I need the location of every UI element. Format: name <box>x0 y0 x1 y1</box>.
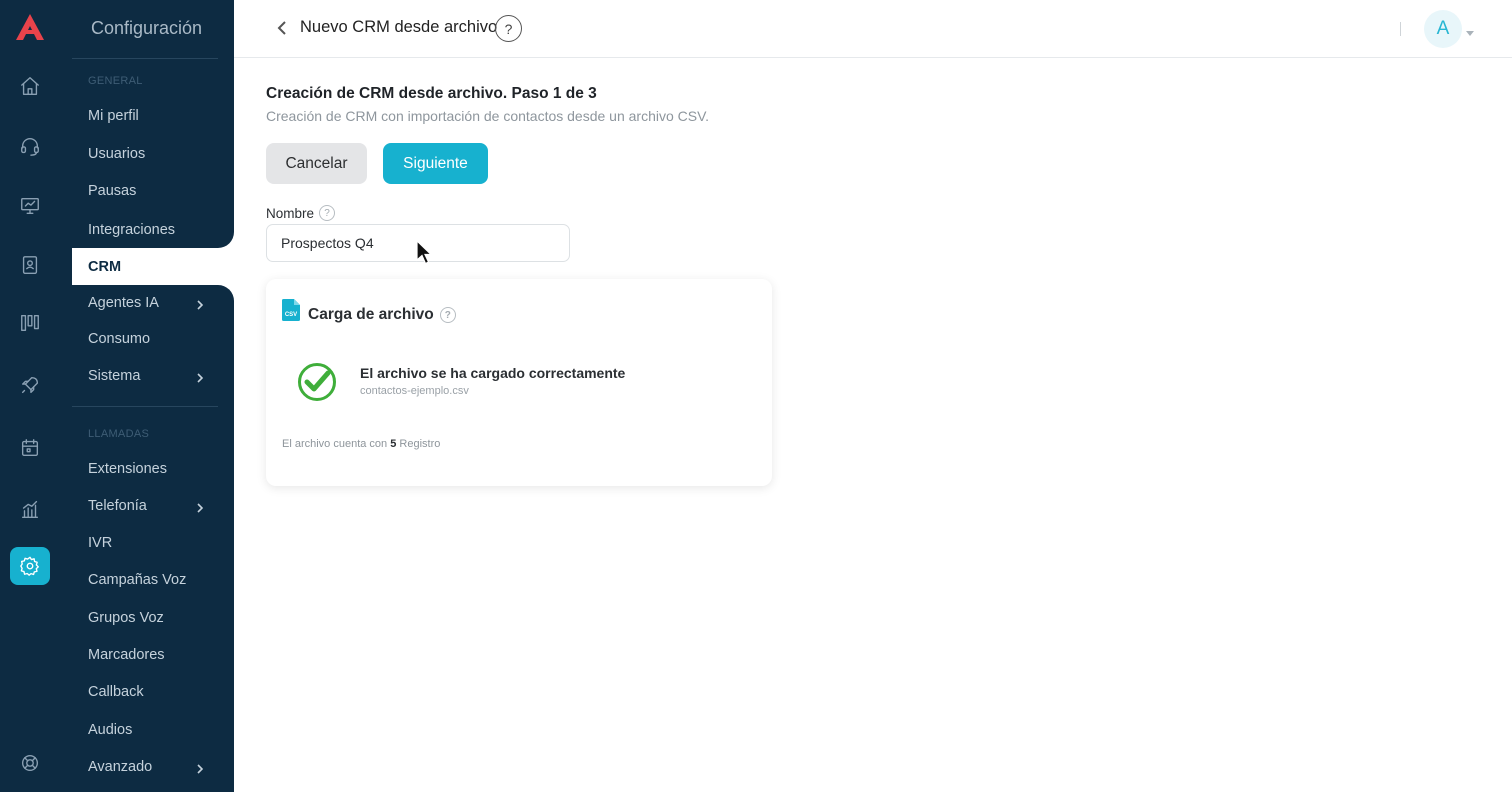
sidebar-item-campanas-voz[interactable]: Campañas Voz <box>72 562 218 598</box>
chevron-right-icon <box>196 501 204 513</box>
step-title: Creación de CRM desde archivo. Paso 1 de… <box>266 85 597 102</box>
headset-icon[interactable] <box>10 127 50 165</box>
home-icon[interactable] <box>10 67 50 105</box>
settings-sidebar: Configuración GENERAL Mi perfil Usuarios… <box>72 0 234 792</box>
chevron-right-icon <box>196 762 204 774</box>
sidebar-item-label: Audios <box>88 722 133 738</box>
caret-down-icon[interactable] <box>1466 24 1474 36</box>
sidebar-item-marcadores[interactable]: Marcadores <box>72 637 218 673</box>
contacts-book-icon[interactable] <box>10 246 50 284</box>
next-button[interactable]: Siguiente <box>383 143 488 184</box>
help-icon[interactable]: ? <box>495 15 522 42</box>
cancel-button[interactable]: Cancelar <box>266 143 367 184</box>
card-title: Carga de archivo ? <box>308 306 456 324</box>
chevron-right-icon <box>196 298 204 310</box>
file-upload-card: CSV Carga de archivo ? El archivo se ha … <box>266 279 772 486</box>
success-check-icon <box>298 363 336 401</box>
sidebar-item-consumo[interactable]: Consumo <box>72 321 218 357</box>
sidebar-item-grupos-voz[interactable]: Grupos Voz <box>72 600 218 636</box>
help-icon[interactable]: ? <box>319 205 336 221</box>
sidebar-item-label: Agentes IA <box>88 295 159 311</box>
sidebar-item-label: Usuarios <box>88 146 146 162</box>
sidebar-item-label: Callback <box>88 684 144 700</box>
settings-gear-icon[interactable] <box>10 547 50 585</box>
top-header: Nuevo CRM desde archivo ? A <box>234 0 1512 58</box>
name-input[interactable] <box>266 224 570 262</box>
calendar-icon[interactable] <box>10 429 50 467</box>
sidebar-item-avanzado[interactable]: Avanzado <box>72 749 218 785</box>
sidebar-item-label: Sistema <box>88 368 141 384</box>
sidebar-item-label: Consumo <box>88 331 151 347</box>
record-suffix: Registro <box>399 438 441 450</box>
card-title-text: Carga de archivo <box>308 306 434 323</box>
sidebar-item-sistema[interactable]: Sistema <box>72 358 218 394</box>
sidebar-item-label: Telefonía <box>88 498 147 514</box>
sidebar-item-agentes-ia[interactable]: Agentes IA <box>72 285 218 321</box>
sidebar-item-crm[interactable]: CRM <box>72 248 234 285</box>
sidebar-item-label: Pausas <box>88 183 137 199</box>
sidebar-item-pausas[interactable]: Pausas <box>72 173 218 209</box>
active-notch-top: Integraciones <box>72 211 234 248</box>
record-prefix: El archivo cuenta con <box>282 438 388 450</box>
sidebar-item-audios[interactable]: Audios <box>72 712 218 748</box>
back-arrow-icon[interactable] <box>272 18 292 38</box>
sidebar-item-label: Campañas Voz <box>88 572 187 588</box>
active-notch-bottom: Agentes IA <box>72 285 234 321</box>
header-divider <box>1400 22 1401 36</box>
sidebar-item-label: Grupos Voz <box>88 610 164 626</box>
sidebar-item-label: Avanzado <box>88 759 153 775</box>
monitor-icon[interactable] <box>10 187 50 225</box>
csv-file-badge: CSV <box>285 312 297 318</box>
chevron-right-icon <box>196 371 204 383</box>
page-title: Nuevo CRM desde archivo <box>300 18 498 36</box>
icon-rail <box>0 0 72 792</box>
sidebar-item-integraciones-overlay[interactable]: Integraciones <box>72 211 218 248</box>
sidebar-item-callback[interactable]: Callback <box>72 674 218 710</box>
sidebar-item-label: CRM <box>88 258 122 275</box>
app-logo[interactable] <box>14 12 46 42</box>
name-field-label: Nombre ? <box>266 205 336 221</box>
bar-chart-icon[interactable] <box>10 490 50 528</box>
rocket-icon[interactable] <box>10 366 50 404</box>
csv-file-icon: CSV <box>282 299 300 321</box>
record-count: 5 <box>390 438 397 450</box>
sidebar-item-label: IVR <box>88 535 113 551</box>
sidebar-item-ivr[interactable]: IVR <box>72 525 218 561</box>
sidebar-title: Configuración <box>91 18 203 38</box>
lifebuoy-icon[interactable] <box>10 744 50 782</box>
section-label-llamadas: LLAMADAS <box>88 428 150 440</box>
sidebar-item-label: Extensiones <box>88 461 167 477</box>
avatar[interactable]: A <box>1424 10 1462 48</box>
sidebar-item-label: Mi perfil <box>88 108 139 124</box>
sidebar-item-extensiones[interactable]: Extensiones <box>72 451 218 487</box>
sidebar-item-mi-perfil[interactable]: Mi perfil <box>72 98 218 134</box>
kanban-icon[interactable] <box>10 304 50 342</box>
upload-success-message: El archivo se ha cargado correctamente <box>360 365 626 381</box>
sidebar-item-telefonia[interactable]: Telefonía <box>72 488 218 524</box>
step-subtitle: Creación de CRM con importación de conta… <box>266 108 710 124</box>
sidebar-item-usuarios[interactable]: Usuarios <box>72 136 218 172</box>
help-icon[interactable]: ? <box>439 307 456 323</box>
sidebar-item-label: Marcadores <box>88 647 165 663</box>
name-label-text: Nombre <box>266 205 315 221</box>
uploaded-file-name: contactos-ejemplo.csv <box>360 385 469 397</box>
sidebar-item-label: Integraciones <box>88 221 176 238</box>
sidebar-divider <box>72 58 218 59</box>
section-label-general: GENERAL <box>88 75 143 87</box>
record-count-line: El archivo cuenta con 5 Registro <box>282 438 440 450</box>
sidebar-divider <box>72 406 218 407</box>
